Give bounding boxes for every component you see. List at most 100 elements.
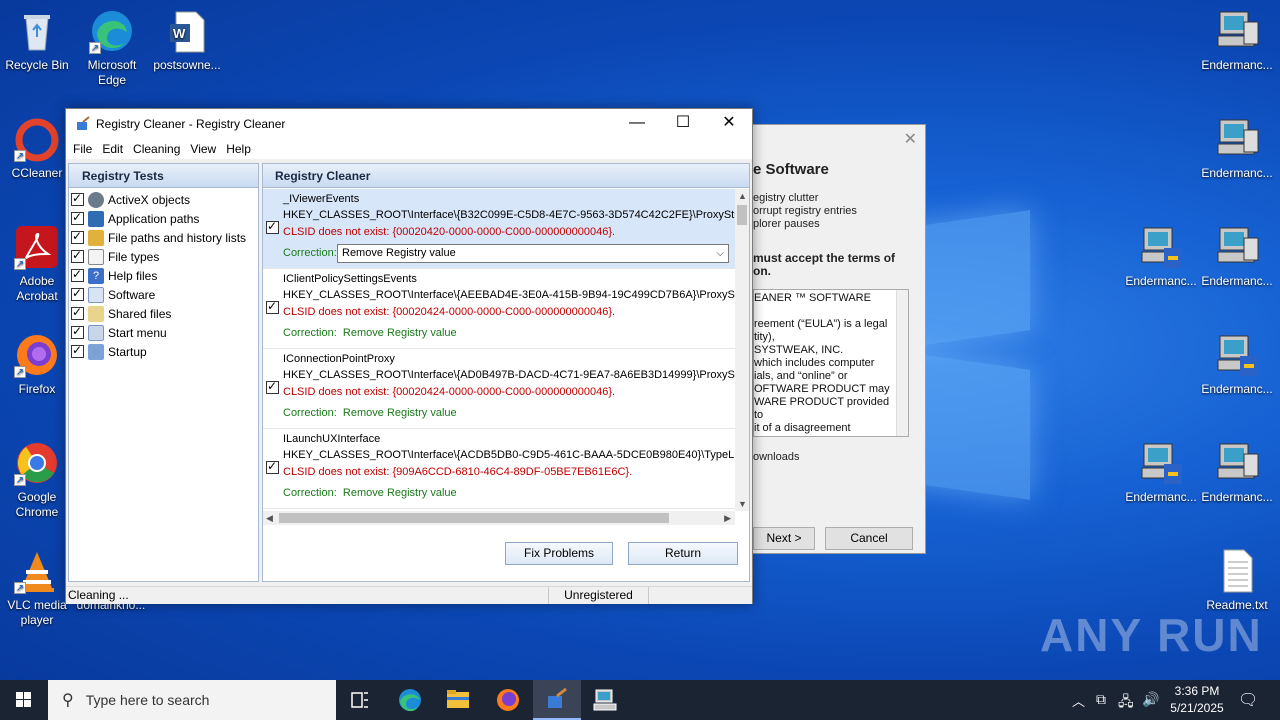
startup-icon bbox=[88, 343, 104, 360]
start-button[interactable] bbox=[0, 680, 48, 720]
desktop-icon-chrome[interactable]: ↗ Google Chrome bbox=[0, 440, 74, 520]
scroll-down-icon[interactable]: ▼ bbox=[738, 499, 747, 509]
clock-time[interactable]: 3:36 PM bbox=[1170, 684, 1224, 698]
desktop-icon-endermanch-1[interactable]: Endermanc... bbox=[1200, 8, 1274, 73]
test-software[interactable]: Software bbox=[71, 285, 258, 304]
maximize-button[interactable]: ☐ bbox=[660, 109, 706, 139]
desktop-icon-endermanch-6[interactable]: Endermanc... bbox=[1124, 440, 1198, 505]
issues-list[interactable]: _IViewerEvents HKEY_CLASSES_ROOT\Interfa… bbox=[263, 189, 735, 511]
notification-icon[interactable]: 🗨 bbox=[1238, 690, 1258, 710]
menu-help[interactable]: Help bbox=[221, 142, 256, 156]
document-icon bbox=[88, 248, 104, 265]
desktop-icon-endermanch-4[interactable]: Endermanc... bbox=[1200, 224, 1274, 289]
test-checkbox[interactable] bbox=[71, 248, 84, 263]
taskbar: ⚲ Type here to search ︿ ⧉ 🖧 🔊 3:36 PM 5/… bbox=[0, 680, 1280, 720]
device-icon[interactable]: ⧉ bbox=[1096, 691, 1106, 708]
test-startup[interactable]: Startup bbox=[71, 342, 258, 361]
test-checkbox[interactable] bbox=[71, 305, 84, 320]
desktop-icon-endermanch-2[interactable]: Endermanc... bbox=[1200, 116, 1274, 181]
test-checkbox[interactable] bbox=[71, 286, 84, 301]
word-doc-icon: W bbox=[164, 8, 210, 54]
registry-cleaner-window[interactable]: Registry Cleaner - Registry Cleaner — ☐ … bbox=[65, 108, 753, 604]
menu-cleaning[interactable]: Cleaning bbox=[128, 142, 185, 156]
firefox-icon: ↗ bbox=[14, 332, 60, 378]
volume-icon[interactable]: 🔊 bbox=[1142, 691, 1159, 708]
desktop-icon-vlc[interactable]: ↗ VLC media player bbox=[0, 548, 74, 628]
issue-entry[interactable]: _IViewerEvents HKEY_CLASSES_ROOT\Interfa… bbox=[263, 189, 735, 269]
search-placeholder: Type here to search bbox=[85, 692, 210, 708]
menu-bar: File Edit Cleaning View Help bbox=[66, 139, 752, 159]
test-activex-objects[interactable]: ActiveX objects bbox=[71, 190, 258, 209]
scroll-right-icon[interactable]: ▶ bbox=[724, 513, 731, 524]
task-view-button[interactable] bbox=[336, 680, 384, 720]
taskbar-search-box[interactable]: ⚲ Type here to search bbox=[48, 680, 336, 720]
desktop-icon-endermanch-7[interactable]: Endermanc... bbox=[1200, 440, 1274, 505]
minimize-button[interactable]: — bbox=[614, 109, 660, 139]
network-icon[interactable]: 🖧 bbox=[1118, 691, 1134, 715]
taskbar-edge-icon[interactable] bbox=[386, 680, 434, 720]
taskbar-registry-cleaner[interactable] bbox=[533, 680, 581, 720]
test-help-files[interactable]: ? Help files bbox=[71, 266, 258, 285]
test-application-paths[interactable]: Application paths bbox=[71, 209, 258, 228]
eula-textbox[interactable]: EANER ™ SOFTWARE reement (“EULA”) is a l… bbox=[753, 289, 909, 437]
scroll-up-icon[interactable]: ▲ bbox=[738, 191, 747, 201]
taskbar-explorer-icon[interactable] bbox=[434, 680, 482, 720]
desktop-icon-acrobat[interactable]: ↗ Adobe Acrobat bbox=[0, 224, 74, 304]
test-start-menu[interactable]: Start menu bbox=[71, 323, 258, 342]
desktop-icon-firefox[interactable]: ↗ Firefox bbox=[0, 332, 74, 397]
registry-tests-panel: Registry Tests ActiveX objects Applicati… bbox=[68, 163, 259, 582]
test-shared-files[interactable]: Shared files bbox=[71, 304, 258, 323]
installer-window[interactable]: ✕ e Software egistry clutter orrupt regi… bbox=[752, 124, 926, 554]
desktop-icon-readme[interactable]: Readme.txt bbox=[1200, 548, 1274, 613]
eula-line: WARE PRODUCT provided to bbox=[754, 396, 890, 421]
cancel-button[interactable]: Cancel bbox=[825, 527, 913, 550]
issue-checkbox[interactable] bbox=[266, 379, 279, 394]
chevron-up-icon[interactable]: ︿ bbox=[1072, 691, 1085, 710]
title-bar[interactable]: Registry Cleaner - Registry Cleaner — ☐ … bbox=[66, 109, 752, 139]
issue-entry[interactable]: IConnectionPointProxy HKEY_CLASSES_ROOT\… bbox=[263, 349, 735, 429]
desktop-icon-ccleaner[interactable]: ↗ CCleaner bbox=[0, 116, 74, 181]
issue-name: IConnectionPointProxy bbox=[283, 353, 395, 365]
test-file-paths[interactable]: File paths and history lists bbox=[71, 228, 258, 247]
return-button[interactable]: Return bbox=[628, 542, 738, 565]
taskbar-firefox-icon[interactable] bbox=[484, 680, 532, 720]
issue-entry[interactable]: IClientPolicySettingsEvents HKEY_CLASSES… bbox=[263, 269, 735, 349]
desktop-icon-recycle-bin[interactable]: Recycle Bin bbox=[0, 8, 74, 73]
correction-label: Correction: bbox=[283, 247, 337, 259]
issue-checkbox[interactable] bbox=[266, 219, 279, 234]
issue-name: IClientPolicySettingsEvents bbox=[283, 273, 417, 285]
menu-edit[interactable]: Edit bbox=[97, 142, 128, 156]
test-checkbox[interactable] bbox=[71, 267, 84, 282]
issue-key: HKEY_CLASSES_ROOT\Interface\{ACDB5DB0-C9… bbox=[283, 449, 735, 461]
desktop-icon-edge[interactable]: ↗ Microsoft Edge bbox=[75, 8, 149, 88]
close-icon[interactable]: ✕ bbox=[904, 129, 917, 149]
horizontal-scrollbar[interactable]: ◀ ▶ bbox=[263, 511, 735, 525]
desktop-icon-endermanch-5[interactable]: Endermanc... bbox=[1200, 332, 1274, 397]
test-checkbox[interactable] bbox=[71, 343, 84, 358]
test-checkbox[interactable] bbox=[71, 229, 84, 244]
test-file-types[interactable]: File types bbox=[71, 247, 258, 266]
horizontal-scroll-thumb[interactable] bbox=[279, 513, 669, 523]
test-checkbox[interactable] bbox=[71, 324, 84, 339]
close-button[interactable]: ✕ bbox=[706, 109, 752, 139]
vertical-scrollbar[interactable]: ▲ ▼ bbox=[735, 189, 749, 511]
eula-scrollbar[interactable] bbox=[896, 290, 908, 436]
fix-problems-button[interactable]: Fix Problems bbox=[505, 542, 613, 565]
menu-view[interactable]: View bbox=[185, 142, 221, 156]
test-checkbox[interactable] bbox=[71, 191, 84, 206]
status-text: Cleaning ... bbox=[68, 588, 129, 602]
correction-dropdown[interactable]: Remove Registry value ⌵ bbox=[337, 244, 729, 263]
issue-checkbox[interactable] bbox=[266, 299, 279, 314]
next-button[interactable]: Next > bbox=[753, 527, 815, 550]
menu-file[interactable]: File bbox=[68, 142, 97, 156]
issue-entry[interactable]: ILaunchUXInterface HKEY_CLASSES_ROOT\Int… bbox=[263, 429, 735, 509]
clock-date[interactable]: 5/21/2025 bbox=[1166, 701, 1228, 715]
desktop-icon-word-doc[interactable]: W postsowne... bbox=[150, 8, 224, 73]
vertical-scroll-thumb[interactable] bbox=[737, 205, 747, 225]
test-checkbox[interactable] bbox=[71, 210, 84, 225]
test-label: Help files bbox=[108, 268, 158, 283]
scroll-left-icon[interactable]: ◀ bbox=[266, 513, 273, 524]
issue-checkbox[interactable] bbox=[266, 459, 279, 474]
desktop-icon-endermanch-3[interactable]: Endermanc... bbox=[1124, 224, 1198, 289]
taskbar-setup-icon[interactable] bbox=[582, 680, 630, 720]
